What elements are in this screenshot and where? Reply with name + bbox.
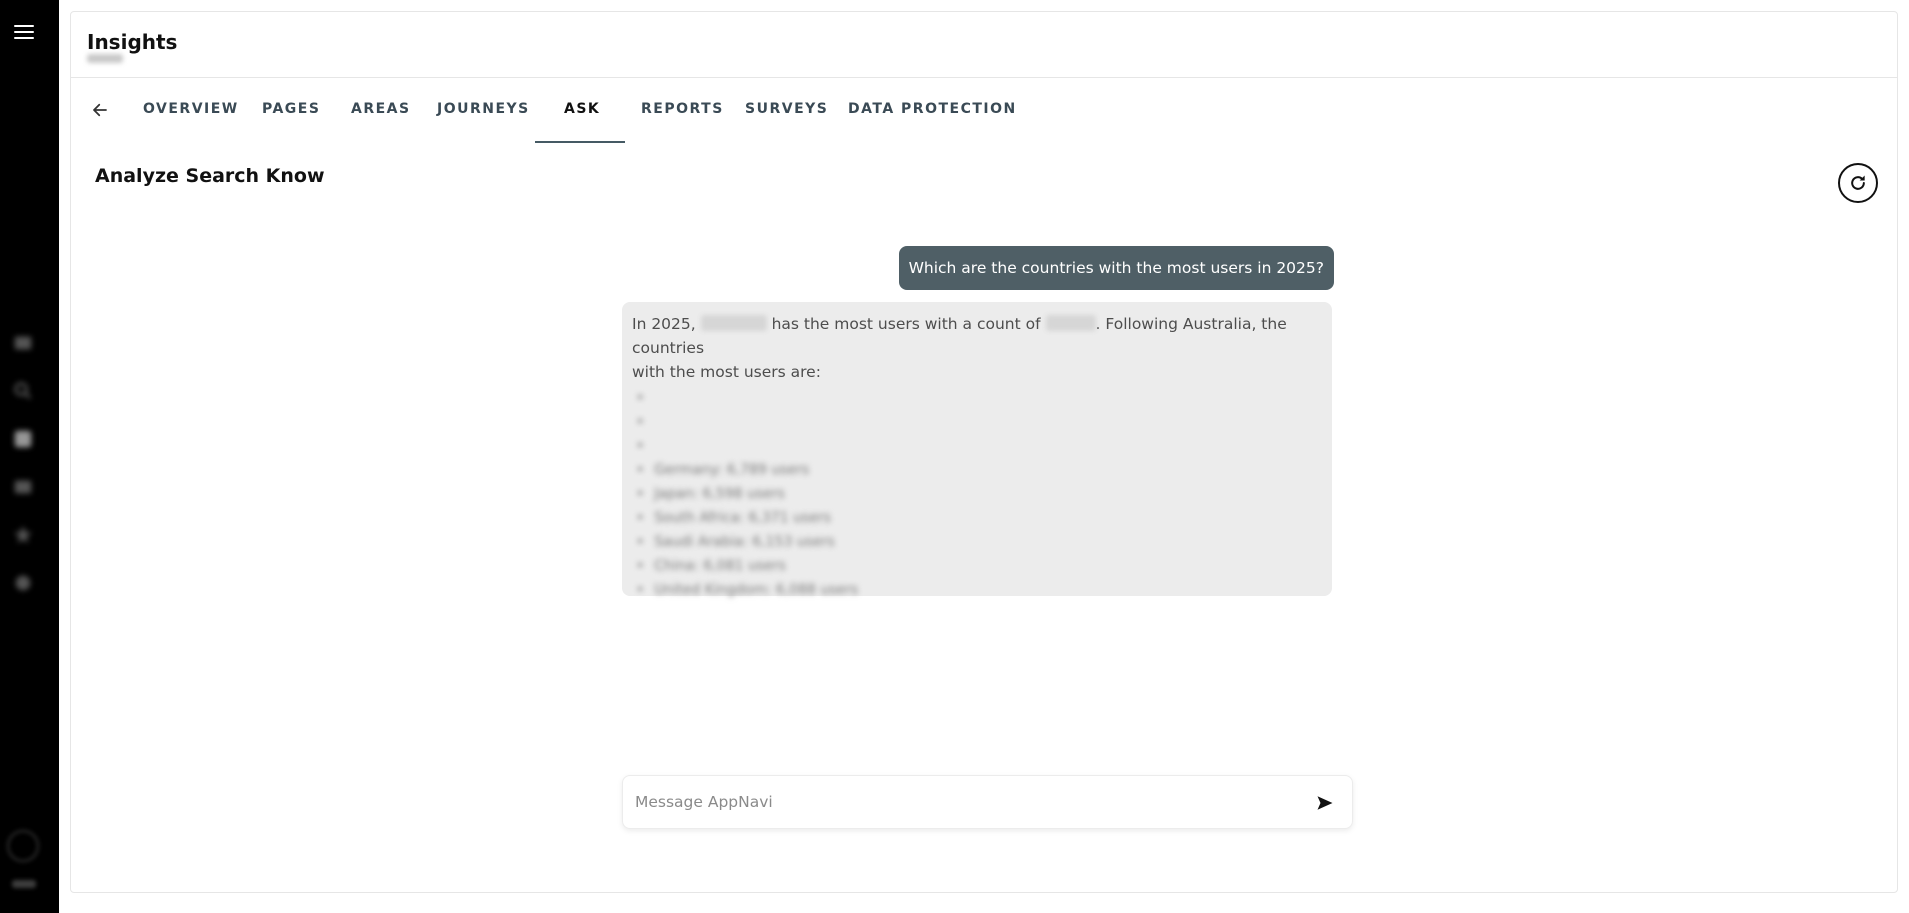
list-item: Japan: 6,598 users [632,482,1322,506]
active-tab-indicator [535,141,625,143]
hamburger-icon[interactable] [12,22,36,42]
list-item: United Kingdom: 6,088 users [632,578,1322,602]
list-item: South Africa: 6,371 users [632,506,1322,530]
avatar[interactable] [7,830,39,862]
redacted-count [1045,315,1096,331]
tab-data-protection[interactable]: DATA PROTECTION [848,101,1017,117]
tab-ask[interactable]: ASK [564,101,600,117]
back-arrow-icon[interactable] [89,99,111,121]
list-item: Germany: 6,789 users [632,458,1322,482]
send-button[interactable] [1314,792,1336,814]
page-title: Analyze Search Know [95,165,325,187]
tab-surveys[interactable]: SURVEYS [745,101,828,117]
list-item: China: 6,081 users [632,554,1322,578]
tab-reports[interactable]: REPORTS [641,101,724,117]
message-text-segment: with the most users are: [632,363,821,381]
refresh-button[interactable] [1838,163,1878,203]
star-icon[interactable] [11,523,35,547]
version-label [12,880,36,888]
list-item [632,434,1322,458]
message-text-segment: has the most users with a count of [771,315,1041,333]
header: Insights [71,12,1897,78]
send-icon [1317,796,1333,810]
redacted-country [700,315,767,331]
image-icon[interactable] [11,475,35,499]
assistant-message-text: In 2025, has the most users with a count… [632,312,1322,384]
sidebar [0,0,59,913]
tab-bar: OVERVIEW PAGES AREAS JOURNEYS ASK REPORT… [71,78,1897,144]
list-item: Saudi Arabia: 6,153 users [632,530,1322,554]
header-subtitle-redacted [87,54,123,63]
settings-icon[interactable] [11,571,35,595]
dashboard-icon[interactable] [11,331,35,355]
assistant-message: In 2025, has the most users with a count… [622,302,1332,598]
page-header-title: Insights [87,30,178,54]
list-item [632,386,1322,410]
tab-journeys[interactable]: JOURNEYS [437,101,530,117]
message-input[interactable] [635,786,1285,818]
tab-pages[interactable]: PAGES [262,101,320,117]
tab-overview[interactable]: OVERVIEW [143,101,239,117]
insights-icon[interactable] [11,427,35,451]
tab-areas[interactable]: AREAS [351,101,411,117]
message-composer [622,775,1353,829]
user-message: Which are the countries with the most us… [898,246,1334,290]
message-text-segment: In 2025, [632,315,696,333]
search-icon[interactable] [11,379,35,403]
refresh-icon [1851,175,1865,190]
main-panel: Insights OVERVIEW PAGES AREAS JOURNEYS A… [70,11,1898,893]
list-item [632,410,1322,434]
country-list: Germany: 6,789 users Japan: 6,598 users … [632,386,1322,602]
